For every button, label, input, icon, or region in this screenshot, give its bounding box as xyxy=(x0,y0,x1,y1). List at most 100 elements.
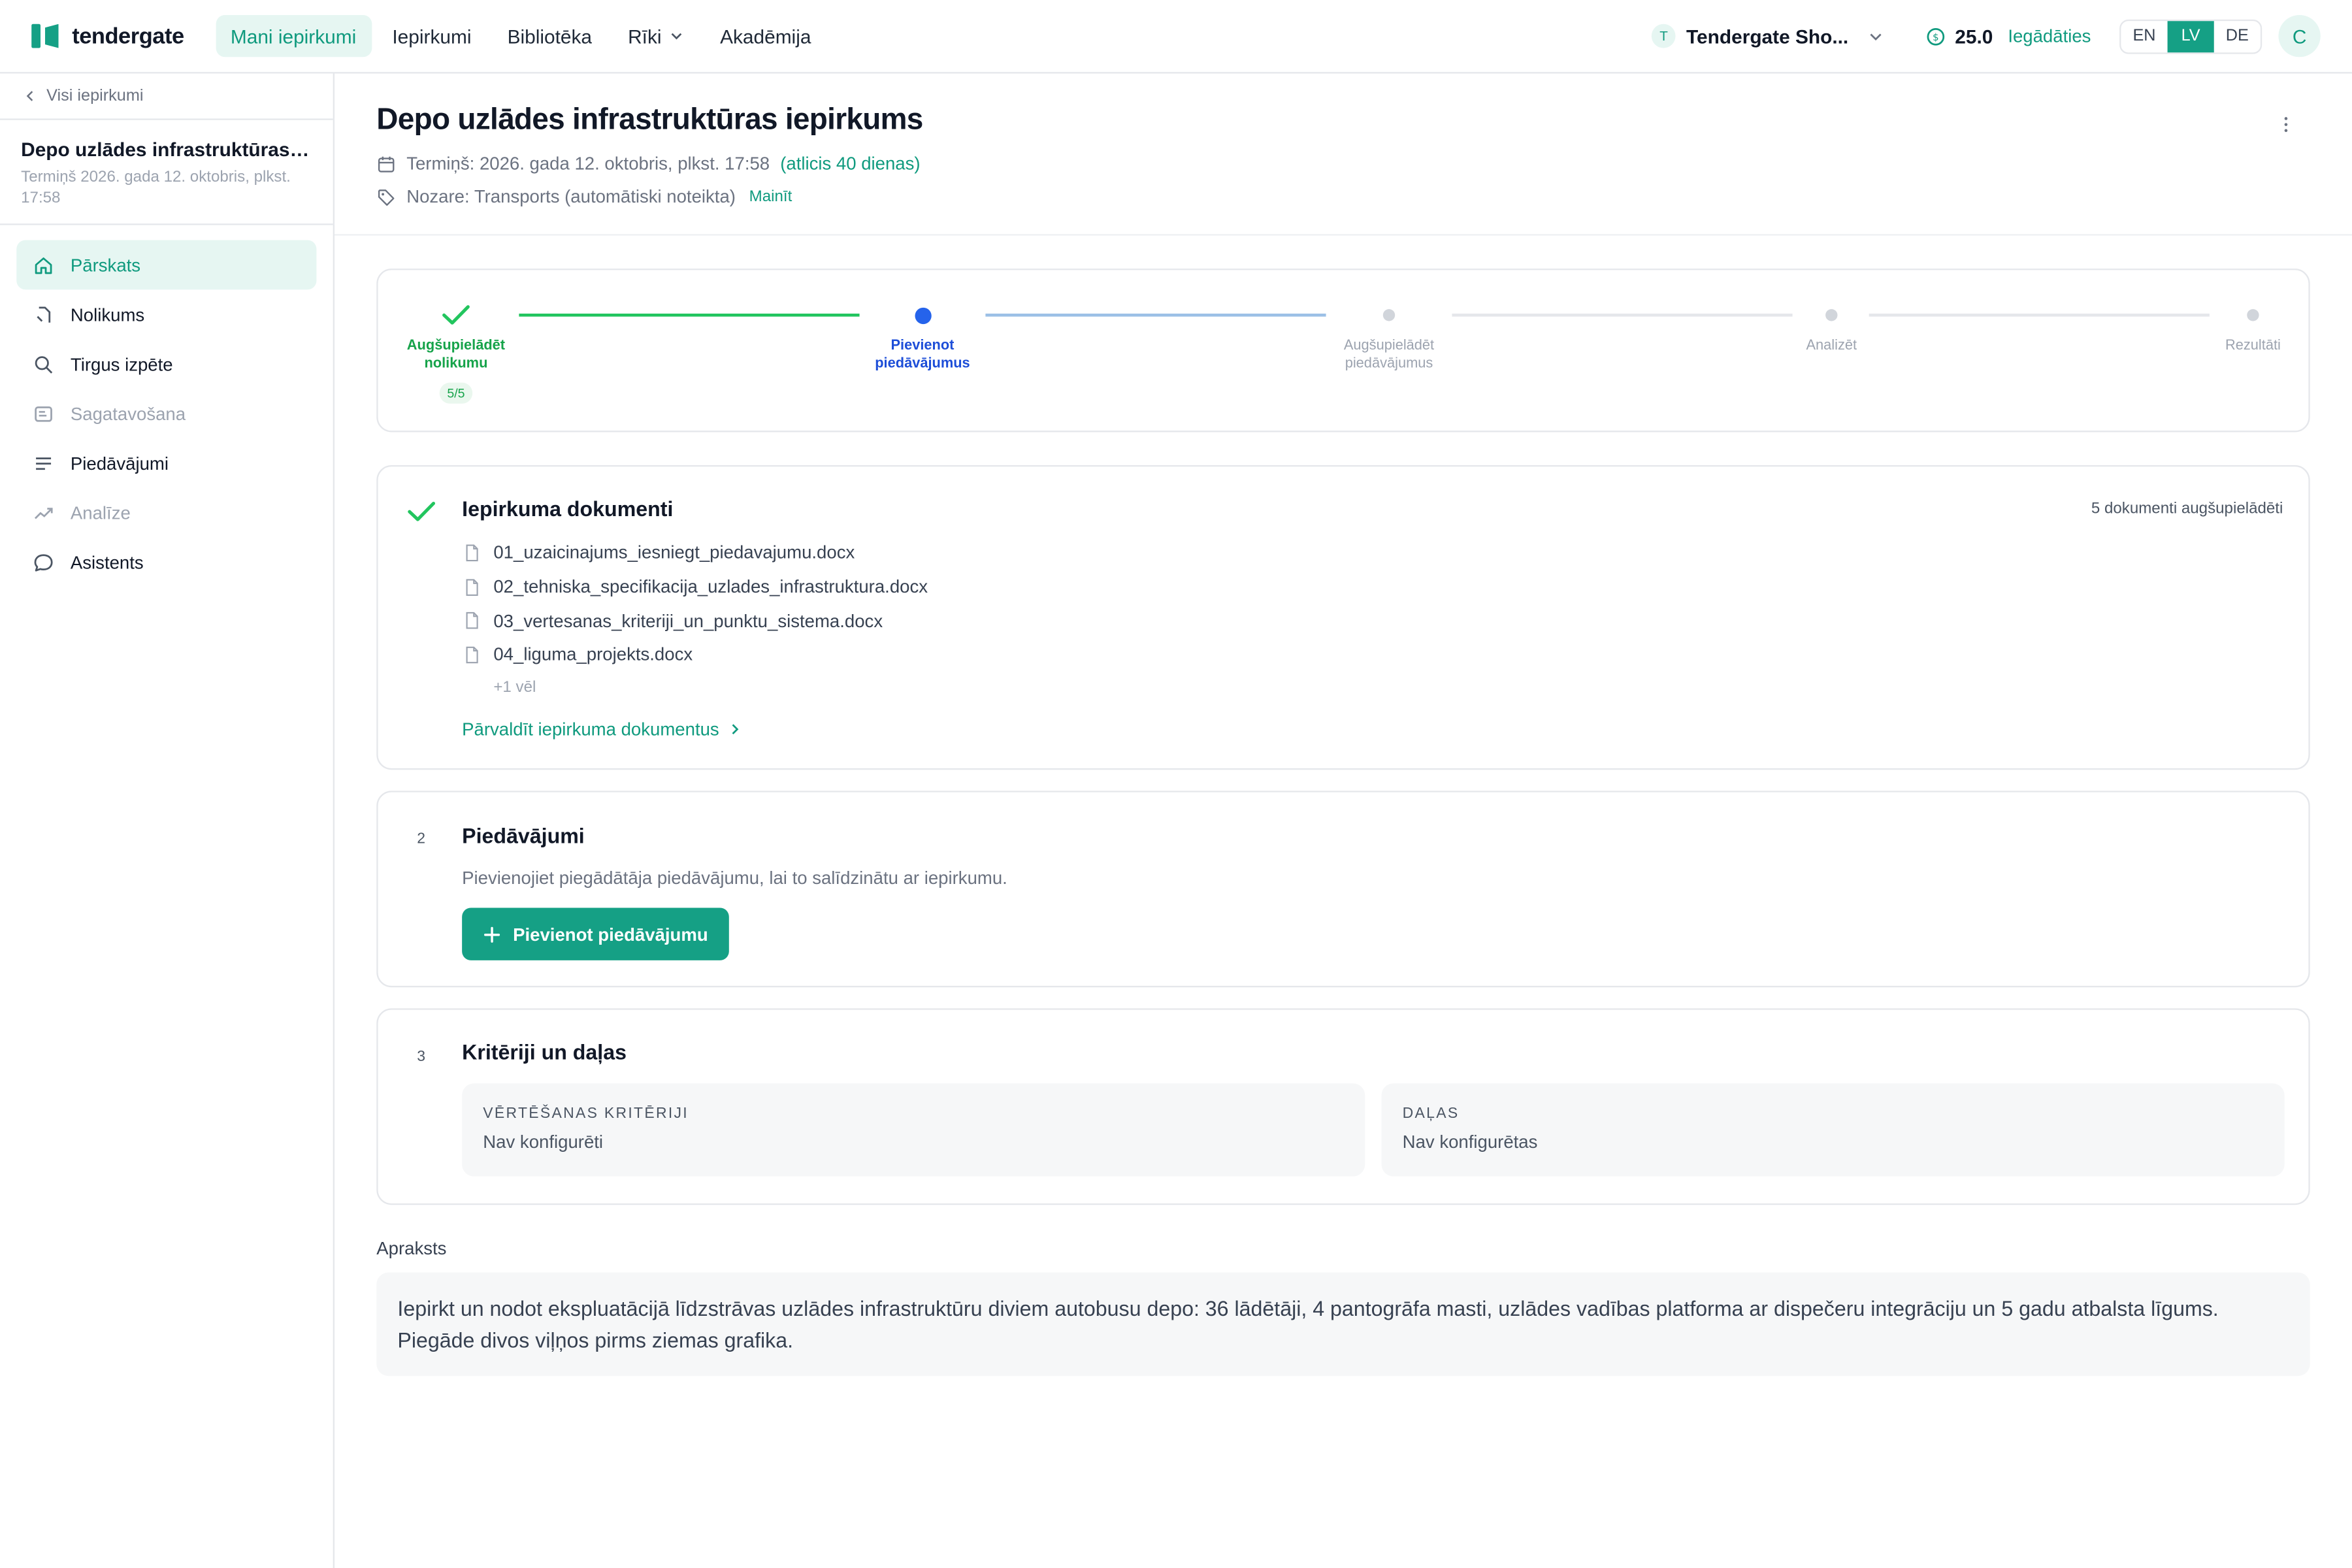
sidebar-nav: Pārskats Nolikums Tirgus izpēte Sagatavo… xyxy=(0,225,333,602)
calendar-icon xyxy=(378,155,395,172)
brand-name: tendergate xyxy=(72,23,184,49)
document-item[interactable]: 01_uzaicinajums_iesniegt_piedavajumu.doc… xyxy=(462,536,928,570)
chevron-left-icon xyxy=(26,91,33,101)
page-title: Depo uzlādes infrastruktūras iepirkums xyxy=(376,103,923,137)
stepper-connector xyxy=(1452,314,1793,316)
brand-logo[interactable]: tendergate xyxy=(31,22,184,49)
document-list: 01_uzaicinajums_iesniegt_piedavajumu.doc… xyxy=(462,536,928,696)
lang-de-button[interactable]: DE xyxy=(2214,20,2261,52)
evaluation-criteria-box[interactable]: Vērtēšanas kritēriji Nav konfigurēti xyxy=(462,1083,1365,1177)
add-offer-label: Pievienot piedāvājumu xyxy=(513,923,708,945)
svg-text:$: $ xyxy=(1933,31,1939,42)
sidebar-item-analysis[interactable]: Analīze xyxy=(16,487,316,537)
criteria-card: 3 Kritēriji un daļas Vērtēšanas kritērij… xyxy=(376,1008,2310,1205)
document-item[interactable]: 02_tehniska_specifikacija_uzlades_infras… xyxy=(462,570,928,604)
step-add-offers[interactable]: Pievienot piedāvājumus xyxy=(847,304,998,374)
document-item[interactable]: 04_liguma_projekts.docx xyxy=(462,638,928,672)
nav-item-tools-label: Rīki xyxy=(628,24,662,48)
file-icon xyxy=(466,544,478,561)
stepper-connector xyxy=(985,314,1326,316)
step-label-line1: Pievienot xyxy=(890,337,955,355)
file-icon xyxy=(466,578,478,595)
lang-lv-button[interactable]: LV xyxy=(2167,20,2214,52)
main-content: Depo uzlādes infrastruktūras iepirkums T… xyxy=(334,74,2352,1568)
more-options-icon[interactable] xyxy=(2274,112,2298,137)
buy-credits-link[interactable]: Iegādāties xyxy=(2008,25,2091,46)
lang-en-button[interactable]: EN xyxy=(2121,20,2167,52)
nav-item-academy[interactable]: Akadēmija xyxy=(705,15,826,57)
offers-title: Piedāvājumi xyxy=(462,823,585,848)
nav-item-procurements[interactable]: Iepirkumi xyxy=(377,15,486,57)
description-label: Apraksts xyxy=(376,1237,447,1259)
step-label-line2: piedāvājumus xyxy=(1345,355,1433,372)
nav-item-my-procurements[interactable]: Mani iepirkumi xyxy=(215,14,372,57)
add-offer-button[interactable]: Pievienot piedāvājumu xyxy=(462,907,729,960)
offers-description: Pievienojiet piegādātāja piedāvājumu, la… xyxy=(462,867,1007,889)
credits: $ 25.0 Iegādāties xyxy=(1927,25,2091,47)
progress-stepper: Augšupielādēt nolikumu 5/5 Pievienot piedā… xyxy=(376,269,2310,433)
chevron-down-icon xyxy=(1870,33,1882,40)
chat-icon xyxy=(34,553,53,571)
list-box-icon xyxy=(35,406,52,421)
days-remaining: (atlicis 40 dienas) xyxy=(780,153,921,174)
user-avatar[interactable]: C xyxy=(2278,14,2321,57)
sidebar-item-preparation[interactable]: Sagatavošana xyxy=(16,389,316,438)
more-documents[interactable]: +1 vēl xyxy=(493,678,928,696)
criteria-title: Kritēriji un daļas xyxy=(462,1039,627,1064)
sidebar-item-label: Asistents xyxy=(70,551,144,573)
step-label-line1: Augšupielādēt xyxy=(406,337,506,355)
sidebar-project-deadline: Termiņš 2026. gada 12. oktobris, plkst. … xyxy=(21,168,291,207)
sidebar-item-label: Sagatavošana xyxy=(70,402,186,424)
home-icon xyxy=(35,256,52,274)
check-icon xyxy=(442,305,470,325)
step-upload-offers[interactable]: Augšupielādēt piedāvājumus xyxy=(1314,304,1464,374)
main-nav: Mani iepirkumi Iepirkumi Bibliotēka Rīki… xyxy=(215,14,826,57)
sidebar-project-title: Depo uzlādes infrastruktūras i... xyxy=(21,138,312,161)
manage-documents-label: Pārvaldīt iepirkuma dokumentus xyxy=(462,719,719,740)
sidebar-item-label: Piedāvājumi xyxy=(70,452,169,474)
document-name: 01_uzaicinajums_iesniegt_piedavajumu.doc… xyxy=(493,542,855,564)
lots-box[interactable]: Daļas Nav konfigurētas xyxy=(1381,1083,2285,1177)
document-item[interactable]: 03_vertesanas_kriteriji_un_punktu_sistem… xyxy=(462,604,928,638)
document-name: 03_vertesanas_kriteriji_un_punktu_sistem… xyxy=(493,610,883,632)
documents-title: Iepirkuma dokumenti xyxy=(462,497,674,521)
check-icon xyxy=(408,502,436,521)
logo-icon xyxy=(31,22,60,49)
document-name: 02_tehniska_specifikacija_uzlades_infras… xyxy=(493,576,928,598)
change-sector-link[interactable]: Mainīt xyxy=(749,188,792,206)
sidebar-item-assistant[interactable]: Asistents xyxy=(16,537,316,587)
step-dot xyxy=(1825,309,1838,321)
sidebar-item-offers[interactable]: Piedāvājumi xyxy=(16,438,316,488)
nav-item-tools[interactable]: Rīki xyxy=(613,15,699,57)
sector-row: Nozare: Transports (automātiski noteikta… xyxy=(376,186,792,207)
step-upload-regulations[interactable]: Augšupielādēt nolikumu 5/5 xyxy=(381,304,531,405)
box-value: Nav konfigurētas xyxy=(1402,1131,1538,1152)
box-value: Nav konfigurēti xyxy=(483,1131,604,1152)
step-count-badge: 5/5 xyxy=(439,382,472,404)
section-number: 2 xyxy=(417,831,426,848)
lines-icon xyxy=(36,457,52,469)
manage-documents-link[interactable]: Pārvaldīt iepirkuma dokumentus xyxy=(462,719,743,740)
sidebar-item-label: Analīze xyxy=(70,502,131,523)
section-number: 3 xyxy=(417,1049,426,1066)
sidebar: Visi iepirkumi Depo uzlādes infrastruktū… xyxy=(0,73,335,1568)
step-analyze[interactable]: Analizēt xyxy=(1756,304,1906,355)
step-dot xyxy=(1382,309,1396,321)
back-link-label: Visi iepirkumi xyxy=(46,87,144,105)
step-results[interactable]: Rezultāti xyxy=(2178,304,2328,355)
sidebar-item-regulations[interactable]: Nolikums xyxy=(16,289,316,339)
step-dot xyxy=(914,306,931,323)
sidebar-item-market-research[interactable]: Tirgus izpēte xyxy=(16,339,316,389)
sidebar-item-overview[interactable]: Pārskats xyxy=(16,240,317,290)
document-icon xyxy=(37,306,51,322)
org-switcher[interactable]: T Tendergate Sho... xyxy=(1652,24,1884,48)
back-link[interactable]: Visi iepirkumi xyxy=(0,74,333,120)
documents-count: 5 dokumenti augšupielādēti xyxy=(2091,499,2283,518)
step-dot xyxy=(2247,309,2259,321)
documents-card: Iepirkuma dokumenti 5 dokumenti augšupie… xyxy=(376,465,2310,770)
sidebar-project: Depo uzlādes infrastruktūras i... Termiņ… xyxy=(0,120,333,225)
step-label-line1: Augšupielādēt xyxy=(1343,337,1435,355)
step-label-line1: Analizēt xyxy=(1806,337,1857,355)
tag-icon xyxy=(378,189,395,205)
nav-item-library[interactable]: Bibliotēka xyxy=(493,15,607,57)
